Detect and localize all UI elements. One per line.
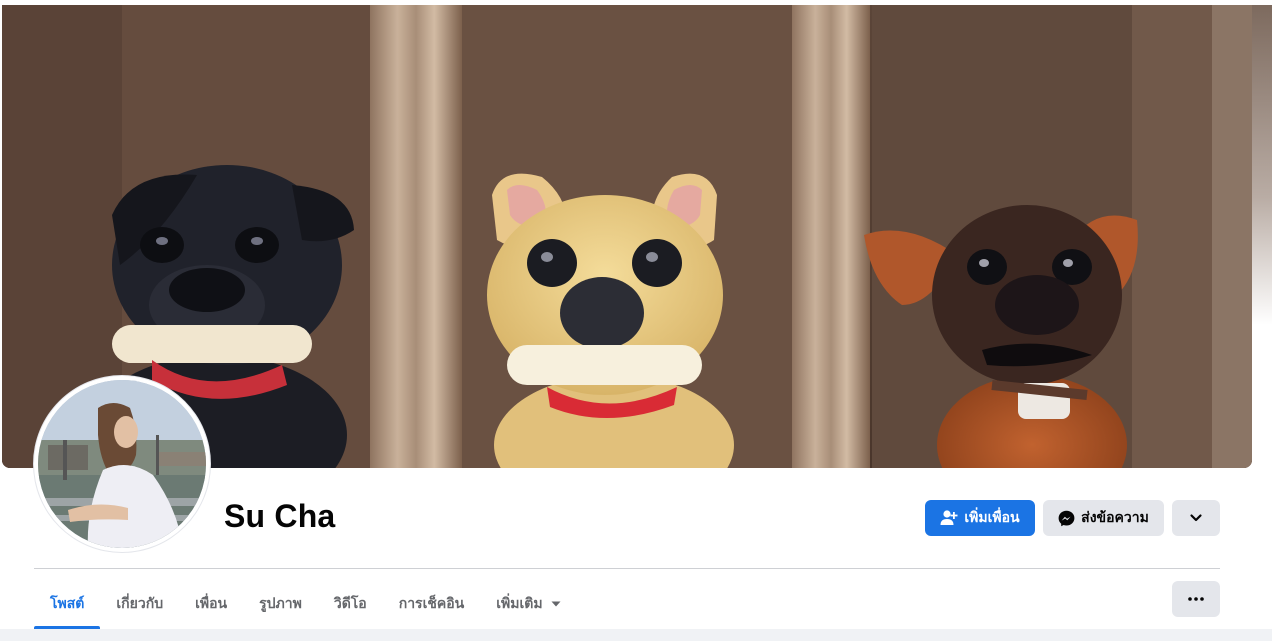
tab-friends[interactable]: เพื่อน <box>179 580 243 628</box>
more-options-button[interactable] <box>1172 581 1220 617</box>
tab-label: เกี่ยวกับ <box>116 596 164 612</box>
message-label: ส่งข้อความ <box>1081 510 1149 526</box>
header-divider <box>34 568 1220 569</box>
profile-page: Su Cha เพิ่มเพื่อน ส่งข้อความ โพสต์ เกี่… <box>0 0 1272 641</box>
profile-options-button[interactable] <box>1172 500 1220 536</box>
tab-videos[interactable]: วิดีโอ <box>318 580 383 628</box>
tab-label: โพสต์ <box>50 596 85 612</box>
message-button[interactable]: ส่งข้อความ <box>1043 500 1164 536</box>
tab-label: เพื่อน <box>195 596 228 612</box>
more-dots-icon <box>1188 597 1204 601</box>
cover-photo[interactable] <box>2 5 1252 468</box>
tab-label: รูปภาพ <box>259 596 302 612</box>
avatar[interactable] <box>34 376 210 552</box>
add-friend-button[interactable]: เพิ่มเพื่อน <box>925 500 1035 536</box>
person-plus-icon <box>940 510 958 525</box>
profile-name: Su Cha <box>224 498 336 534</box>
tab-checkins[interactable]: การเช็คอิน <box>383 580 481 628</box>
chevron-down-icon <box>1190 514 1202 522</box>
page-background <box>0 629 1272 641</box>
add-friend-label: เพิ่มเพื่อน <box>964 510 1020 526</box>
cover-edge <box>1252 5 1272 325</box>
cover-photo-image <box>2 5 1252 468</box>
tab-about[interactable]: เกี่ยวกับ <box>100 580 179 628</box>
profile-tabs: โพสต์ เกี่ยวกับ เพื่อน รูปภาพ วิดีโอ การ… <box>34 580 577 629</box>
caret-down-icon <box>551 601 561 607</box>
tab-more[interactable]: เพิ่มเติม <box>480 580 576 628</box>
tab-photos[interactable]: รูปภาพ <box>243 580 318 628</box>
tab-label: การเช็คอิน <box>398 596 465 612</box>
tab-label: วิดีโอ <box>333 596 367 612</box>
tab-posts[interactable]: โพสต์ <box>34 580 101 629</box>
avatar-photo <box>38 380 206 548</box>
tab-label: เพิ่มเติม <box>496 596 543 612</box>
messenger-icon <box>1058 510 1075 526</box>
